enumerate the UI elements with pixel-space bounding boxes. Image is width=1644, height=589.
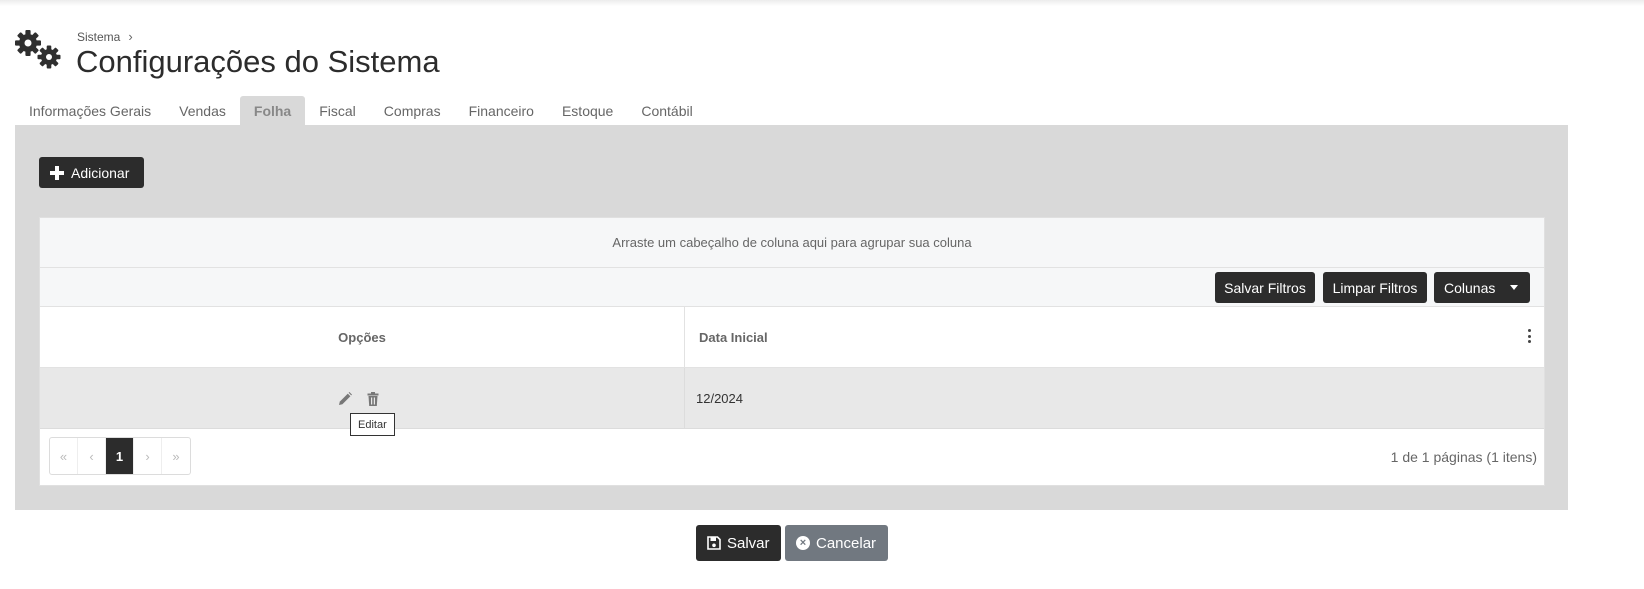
tab-vendas[interactable]: Vendas [165, 96, 240, 126]
add-button-label: Adicionar [71, 164, 130, 181]
close-circle-icon: × [796, 536, 810, 550]
current-page-button[interactable]: 1 [106, 438, 134, 474]
grid-toolbar: Salvar Filtros Limpar Filtros Colunas [40, 268, 1544, 307]
cancel-button-label: Cancelar [816, 534, 877, 552]
prev-page-button[interactable]: ‹ [78, 438, 106, 474]
kebab-menu-icon[interactable] [1527, 329, 1531, 343]
breadcrumb-item-sistema[interactable]: Sistema [77, 30, 120, 44]
pagination: « ‹ 1 › » [49, 437, 191, 475]
save-icon [707, 536, 721, 550]
chevron-right-icon: › [128, 29, 133, 44]
tab-informacoes-gerais[interactable]: Informações Gerais [15, 96, 165, 126]
first-page-button[interactable]: « [50, 438, 78, 474]
tab-compras[interactable]: Compras [370, 96, 455, 126]
tooltip-editar: Editar [350, 413, 395, 436]
page-header: Sistema › Configurações do Sistema [15, 28, 715, 83]
page-title: Configurações do Sistema [76, 44, 440, 79]
columns-dropdown-label: Colunas [1444, 279, 1496, 296]
edit-icon[interactable] [338, 392, 352, 406]
gears-icon [15, 30, 61, 69]
tab-contabil[interactable]: Contábil [627, 96, 706, 126]
next-page-button[interactable]: › [134, 438, 162, 474]
grid-header: Opções Data Inicial [40, 307, 1544, 368]
tab-bar: Informações Gerais Vendas Folha Fiscal C… [15, 96, 707, 126]
tab-fiscal[interactable]: Fiscal [305, 96, 370, 126]
column-header-opcoes[interactable]: Opções [40, 307, 685, 368]
tab-panel-folha: Adicionar Arraste um cabeçalho de coluna… [15, 125, 1568, 510]
clear-filters-button[interactable]: Limpar Filtros [1323, 272, 1427, 303]
tab-estoque[interactable]: Estoque [548, 96, 627, 126]
plus-icon [50, 165, 64, 180]
cell-data-inicial: 12/2024 [696, 391, 743, 406]
caret-down-icon [1510, 285, 1518, 290]
options-cell: Editar [40, 368, 685, 436]
column-header-data-inicial[interactable]: Data Inicial [699, 307, 768, 368]
trash-icon[interactable] [366, 392, 380, 406]
cancel-button[interactable]: × Cancelar [785, 525, 888, 561]
form-actions: Salvar × Cancelar [696, 525, 888, 561]
breadcrumb: Sistema › [77, 29, 133, 44]
tab-financeiro[interactable]: Financeiro [455, 96, 548, 126]
top-shadow [0, 0, 1644, 6]
data-grid: Arraste um cabeçalho de coluna aqui para… [39, 217, 1545, 486]
group-panel[interactable]: Arraste um cabeçalho de coluna aqui para… [40, 218, 1544, 268]
tab-folha[interactable]: Folha [239, 96, 306, 126]
last-page-button[interactable]: » [162, 438, 190, 474]
add-button[interactable]: Adicionar [39, 157, 144, 188]
columns-dropdown[interactable]: Colunas [1434, 272, 1530, 303]
save-button-label: Salvar [727, 534, 770, 552]
table-row[interactable]: Editar 12/2024 [40, 368, 1544, 436]
save-button[interactable]: Salvar [696, 525, 781, 561]
save-filters-button[interactable]: Salvar Filtros [1215, 272, 1315, 303]
page-info: 1 de 1 páginas (1 itens) [1390, 449, 1537, 465]
